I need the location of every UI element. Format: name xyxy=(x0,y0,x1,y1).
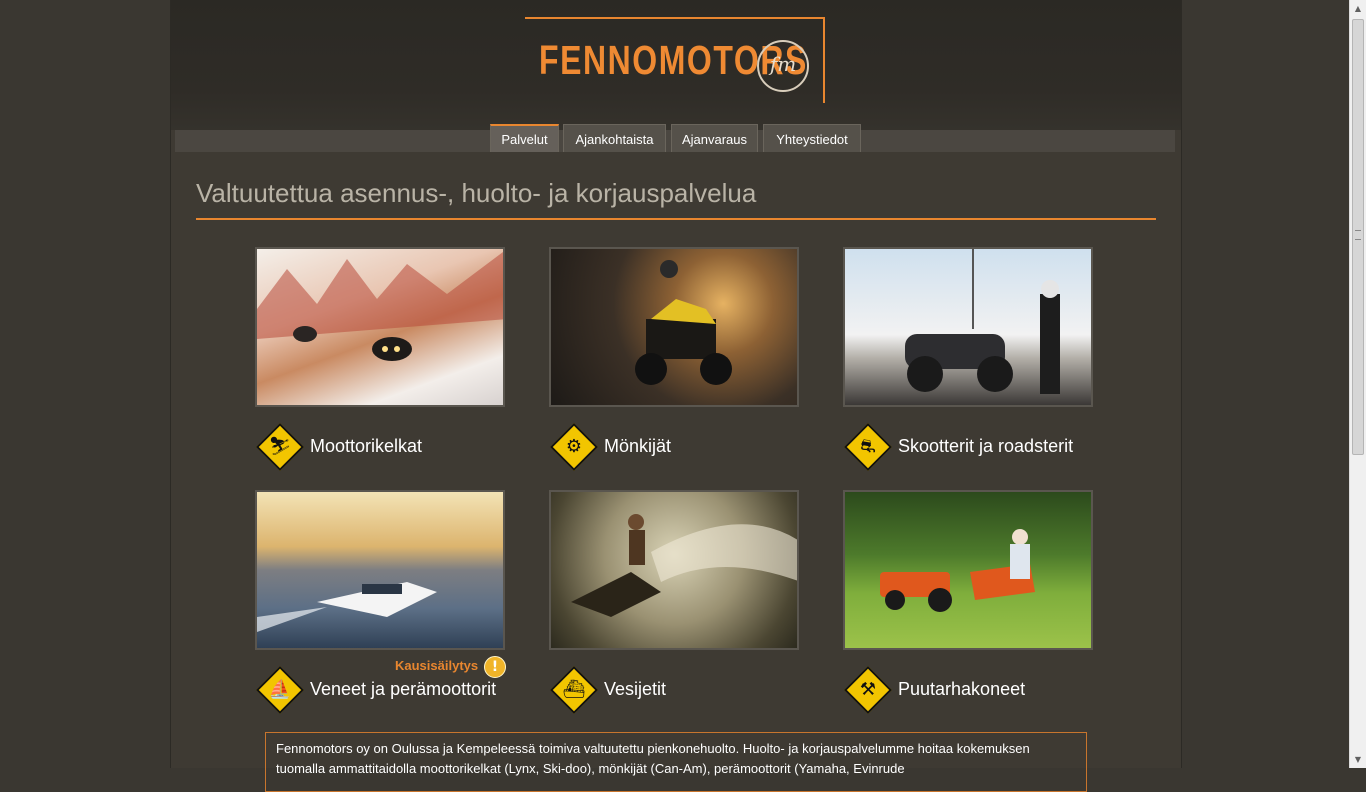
logo-emblem-text: fm xyxy=(769,52,797,76)
tab-ajanvaraus[interactable]: Ajanvaraus xyxy=(671,124,758,152)
atv-illustration xyxy=(635,260,732,385)
vertical-scrollbar[interactable]: ▲ ▼ xyxy=(1349,0,1366,768)
logo[interactable]: FENNOMOTORS fm xyxy=(525,17,825,103)
service-label-vesijetit[interactable]: Vesijetit xyxy=(604,679,666,700)
site-header: FENNOMOTORS fm xyxy=(171,0,1181,130)
service-label-monkijat[interactable]: Mönkijät xyxy=(604,436,671,457)
scroll-up-arrow-icon[interactable]: ▲ xyxy=(1350,0,1366,17)
boat-illustration xyxy=(257,582,437,632)
jetski-icon: ⛴ xyxy=(549,665,599,715)
boat-image[interactable] xyxy=(255,490,505,650)
atv-image[interactable] xyxy=(549,247,799,407)
tab-yhteystiedot[interactable]: Yhteystiedot xyxy=(763,124,861,152)
lawn-tractor-illustration xyxy=(880,529,1035,612)
service-label-puutarhakoneet[interactable]: Puutarhakoneet xyxy=(898,679,1025,700)
scrollbar-grip-icon xyxy=(1355,230,1361,240)
logo-emblem-icon: fm xyxy=(757,40,809,92)
atv-icon: ⚙ xyxy=(549,422,599,472)
service-label-veneet[interactable]: Veneet ja perämoottorit xyxy=(310,679,496,700)
scrollbar-thumb[interactable] xyxy=(1352,19,1364,455)
motorcycle-icon: ⛐ xyxy=(843,422,893,472)
service-label-moottorikelkat[interactable]: Moottorikelkat xyxy=(310,436,422,457)
page-container: FENNOMOTORS fm Palvelut Ajankohtaista Aj… xyxy=(170,0,1182,792)
service-label-skootterit[interactable]: Skootterit ja roadsterit xyxy=(898,436,1073,457)
jetski-image[interactable] xyxy=(549,490,799,650)
kausisailytys-link[interactable]: Kausisäilytys xyxy=(395,658,478,673)
title-divider xyxy=(196,218,1156,220)
tab-ajankohtaista[interactable]: Ajankohtaista xyxy=(563,124,666,152)
roadster-illustration xyxy=(905,249,1060,394)
scroll-down-arrow-icon[interactable]: ▼ xyxy=(1350,751,1366,768)
jetski-illustration xyxy=(571,514,797,617)
snowmobile-illustration xyxy=(257,252,503,361)
snowmobile-image[interactable] xyxy=(255,247,505,407)
alert-icon[interactable]: ! xyxy=(484,656,506,678)
info-text-box: Fennomotors oy on Oulussa ja Kempeleessä… xyxy=(265,732,1087,792)
info-text: Fennomotors oy on Oulussa ja Kempeleessä… xyxy=(276,741,1030,776)
lawnmower-icon: ⚒ xyxy=(843,665,893,715)
boat-icon: ⛵ xyxy=(255,665,305,715)
snowmobile-icon: ⛷ xyxy=(255,422,305,472)
page-title: Valtuutettua asennus-, huolto- ja korjau… xyxy=(196,178,757,208)
tab-palvelut[interactable]: Palvelut xyxy=(490,124,559,152)
roadster-image[interactable] xyxy=(843,247,1093,407)
garden-machine-image[interactable] xyxy=(843,490,1093,650)
